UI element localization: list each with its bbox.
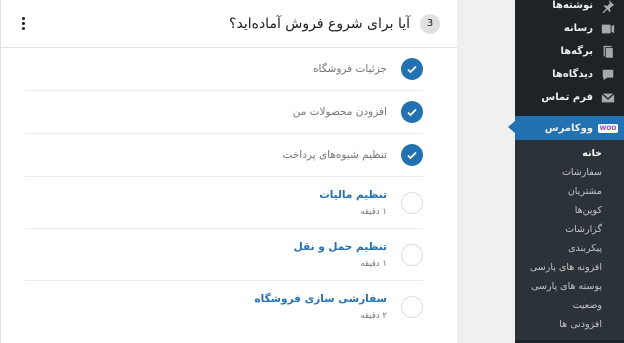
task-title: سفارشی سازی فروشگاه: [254, 293, 387, 305]
task-item-store-details[interactable]: جزئیات فروشگاه: [25, 48, 423, 91]
task-item-customize-store[interactable]: سفارشی سازی فروشگاه ۲ دقیقه: [25, 281, 423, 333]
submenu-item-customers[interactable]: مشتریان: [515, 182, 624, 201]
menu-item-contact-form[interactable]: فرم تماس: [515, 86, 624, 109]
setup-task-list-card: 3 آیا برای شروع فروش آماده‌اید؟ جزئیات ف…: [0, 0, 457, 343]
check-icon: [401, 58, 423, 80]
check-icon: [401, 144, 423, 166]
pages-icon: [600, 44, 616, 60]
card-header: 3 آیا برای شروع فروش آماده‌اید؟: [1, 0, 457, 48]
menu-label: نوشته‌ها: [552, 0, 593, 11]
task-time-estimate: ۲ دقیقه: [360, 311, 387, 321]
submenu-item-coupons[interactable]: کوپن‌ها: [515, 201, 624, 220]
woocommerce-icon: WOO: [597, 120, 619, 136]
pin-icon: [600, 0, 616, 14]
task-title: جزئیات فروشگاه: [313, 63, 387, 75]
task-item-tax[interactable]: تنظیم مالیات ۱ دقیقه: [25, 177, 423, 229]
menu-label: برگه‌ها: [560, 46, 593, 57]
submenu-item-persian-plugins[interactable]: افزونه های پارسی: [515, 258, 624, 277]
submenu-item-persian-themes[interactable]: پوسته های پارسی: [515, 277, 624, 296]
submenu-item-orders[interactable]: سفارشات: [515, 163, 624, 182]
submenu-item-extensions[interactable]: افزودنی ها: [515, 315, 624, 334]
comments-icon: [600, 67, 616, 83]
menu-item-pages[interactable]: برگه‌ها: [515, 40, 624, 63]
task-title: تنظیم حمل و نقل: [293, 240, 387, 253]
woocommerce-submenu: خانه سفارشات مشتریان کوپن‌ها گزارشات پیک…: [515, 140, 624, 340]
menu-label: فرم تماس: [541, 92, 593, 103]
card-title: آیا برای شروع فروش آماده‌اید؟: [229, 15, 410, 32]
task-item-shipping[interactable]: تنظیم حمل و نقل ۱ دقیقه: [25, 229, 423, 281]
submenu-item-settings[interactable]: پیکربندی: [515, 239, 624, 258]
remaining-count-badge: 3: [420, 13, 440, 34]
task-title: تنظیم مالیات: [319, 188, 387, 201]
admin-sidebar: نوشته‌ها رسانه برگه‌ها دیدگاه‌ها فرم تما…: [508, 0, 624, 343]
menu-item-comments[interactable]: دیدگاه‌ها: [515, 63, 624, 86]
task-time-estimate: ۱ دقیقه: [360, 258, 387, 269]
woo-badge: WOO: [597, 123, 619, 133]
incomplete-circle-icon: [401, 243, 423, 266]
task-time-estimate: ۱ دقیقه: [360, 206, 387, 217]
menu-label: دیدگاه‌ها: [552, 69, 593, 80]
menu-item-posts[interactable]: نوشته‌ها: [515, 0, 624, 17]
task-list: جزئیات فروشگاه افزودن محصولات من تنظیم ش…: [25, 48, 423, 333]
task-title: تنظیم شیوه‌های پرداخت: [282, 149, 388, 161]
mail-icon: [600, 90, 616, 106]
menu-item-woocommerce[interactable]: WOO ووکامرس: [508, 116, 624, 140]
menu-label: رسانه: [563, 23, 593, 34]
task-item-payments[interactable]: تنظیم شیوه‌های پرداخت: [25, 134, 423, 177]
menu-label: ووکامرس: [544, 122, 593, 134]
incomplete-circle-icon: [401, 296, 423, 318]
submenu-item-reports[interactable]: گزارشات: [515, 220, 624, 239]
task-item-add-products[interactable]: افزودن محصولات من: [25, 91, 423, 134]
task-title: افزودن محصولات من: [292, 106, 387, 118]
check-icon: [401, 101, 423, 123]
submenu-item-home[interactable]: خانه: [515, 144, 624, 163]
more-options-icon[interactable]: [15, 14, 31, 34]
media-icon: [600, 21, 616, 37]
submenu-item-status[interactable]: وضعیت: [515, 296, 624, 315]
menu-item-media[interactable]: رسانه: [515, 17, 624, 40]
incomplete-circle-icon: [401, 191, 423, 214]
